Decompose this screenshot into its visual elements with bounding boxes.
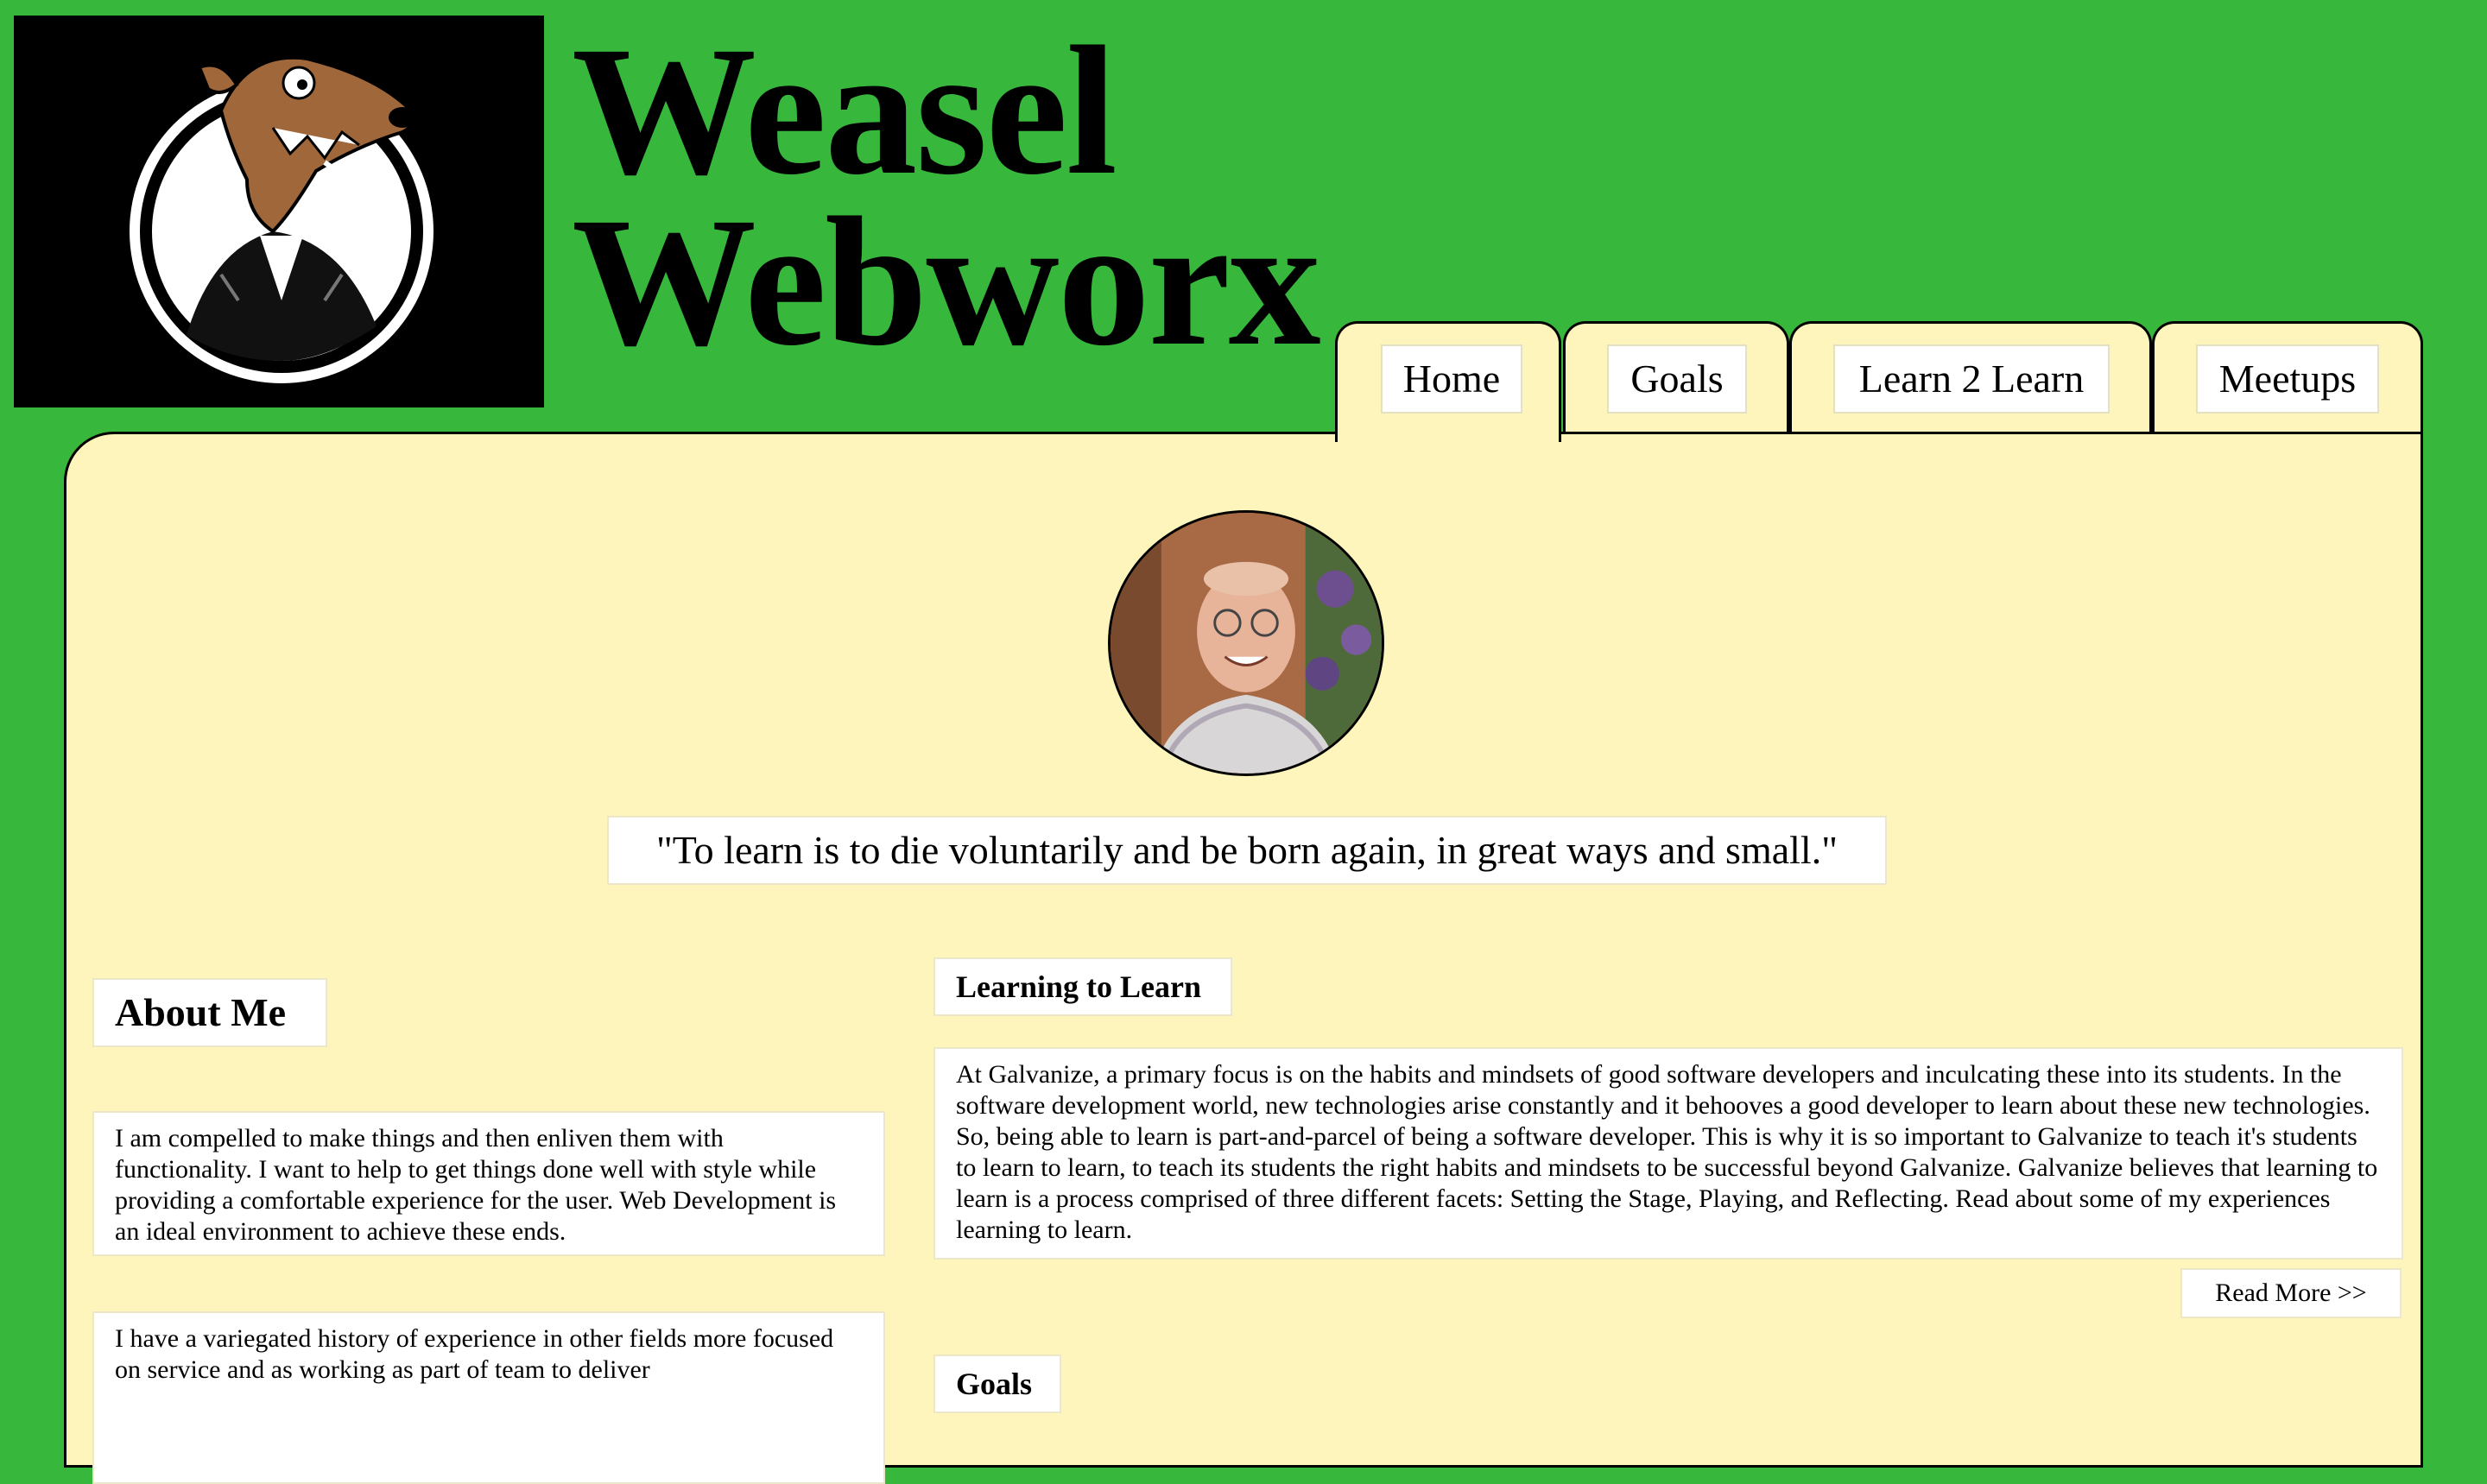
- learning-paragraph: At Galvanize, a primary focus is on the …: [933, 1047, 2403, 1260]
- site-logo[interactable]: [14, 16, 544, 407]
- profile-photo: [1108, 510, 1384, 776]
- tab-learn-2-learn-label[interactable]: Learn 2 Learn: [1833, 344, 2110, 414]
- tab-meetups[interactable]: Meetups: [2152, 321, 2423, 437]
- weasel-logo-icon: [14, 16, 544, 407]
- main-panel: "To learn is to die voluntarily and be b…: [64, 432, 2423, 1484]
- tab-meetups-label[interactable]: Meetups: [2196, 344, 2379, 414]
- about-heading: About Me: [92, 978, 327, 1047]
- tab-home-label[interactable]: Home: [1381, 344, 1522, 414]
- tab-home[interactable]: Home: [1335, 321, 1561, 442]
- profile-photo-icon: [1111, 513, 1382, 774]
- tab-goals-label[interactable]: Goals: [1607, 344, 1747, 414]
- about-paragraph-1: I am compelled to make things and then e…: [92, 1111, 885, 1256]
- read-more-button[interactable]: Read More >>: [2180, 1268, 2402, 1318]
- hero-quote: "To learn is to die voluntarily and be b…: [607, 816, 1887, 885]
- site-title: Weasel Webworx: [572, 9, 1321, 384]
- tab-goals[interactable]: Goals: [1563, 321, 1789, 437]
- site-title-line1: Weasel: [572, 9, 1117, 213]
- about-paragraph-2: I have a variegated history of experienc…: [92, 1311, 885, 1484]
- learning-heading: Learning to Learn: [933, 957, 1232, 1016]
- tab-learn-2-learn[interactable]: Learn 2 Learn: [1789, 321, 2152, 437]
- site-title-line2: Webworx: [572, 180, 1321, 384]
- goals-heading: Goals: [933, 1355, 1061, 1413]
